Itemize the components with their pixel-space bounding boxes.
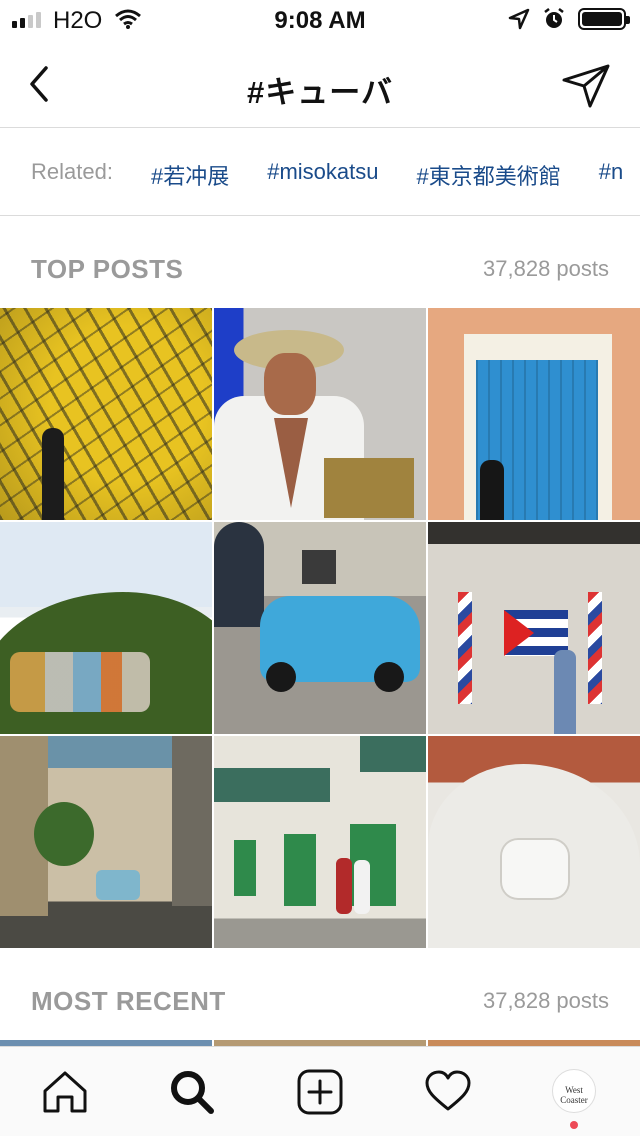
top-posts-header: TOP POSTS 37,828 posts bbox=[0, 216, 640, 308]
tab-bar: West Coaster bbox=[0, 1046, 640, 1136]
related-tag[interactable]: #若冲展 bbox=[151, 159, 229, 191]
profile-avatar[interactable]: West Coaster bbox=[552, 1069, 596, 1113]
nav-bar: #キューバ bbox=[0, 40, 640, 128]
most-recent-title: MOST RECENT bbox=[31, 986, 226, 1016]
related-tag[interactable]: #東京都美術館 bbox=[416, 159, 560, 191]
post-thumbnail[interactable] bbox=[428, 736, 640, 948]
post-thumbnail[interactable] bbox=[214, 308, 426, 520]
top-posts-count: 37,828 posts bbox=[483, 256, 609, 281]
related-tag[interactable]: #misokatsu bbox=[267, 159, 378, 191]
post-thumbnail[interactable] bbox=[214, 736, 426, 948]
related-tag[interactable]: #n bbox=[599, 159, 623, 191]
post-thumbnail[interactable] bbox=[0, 736, 212, 948]
page-title: #キューバ bbox=[247, 75, 393, 110]
status-bar: H2O 9:08 AM bbox=[0, 0, 640, 40]
post-thumbnail[interactable] bbox=[428, 308, 640, 520]
add-icon[interactable] bbox=[295, 1067, 345, 1117]
send-icon[interactable] bbox=[560, 62, 612, 110]
post-thumbnail[interactable] bbox=[428, 522, 640, 734]
related-label: Related: bbox=[31, 159, 113, 184]
battery-icon bbox=[578, 8, 630, 30]
top-posts-title: TOP POSTS bbox=[31, 254, 184, 284]
status-right-icons bbox=[508, 7, 630, 31]
search-icon[interactable] bbox=[167, 1067, 217, 1117]
most-recent-header: MOST RECENT 37,828 posts bbox=[0, 948, 640, 1040]
heart-icon[interactable] bbox=[423, 1067, 473, 1117]
post-thumbnail[interactable] bbox=[214, 522, 426, 734]
related-tags-list: Related: #若冲展 #misokatsu #東京都美術館 #n bbox=[31, 159, 623, 191]
top-posts-grid bbox=[0, 308, 640, 948]
post-thumbnail[interactable] bbox=[0, 522, 212, 734]
notification-dot bbox=[570, 1121, 578, 1129]
home-icon[interactable] bbox=[40, 1067, 90, 1117]
related-tags-bar: Related: #若冲展 #misokatsu #東京都美術館 #n bbox=[0, 129, 640, 216]
post-thumbnail[interactable] bbox=[0, 308, 212, 520]
alarm-icon bbox=[544, 8, 564, 28]
profile-avatar-text: West Coaster bbox=[560, 1085, 588, 1105]
location-icon bbox=[508, 8, 530, 30]
most-recent-count: 37,828 posts bbox=[483, 988, 609, 1013]
